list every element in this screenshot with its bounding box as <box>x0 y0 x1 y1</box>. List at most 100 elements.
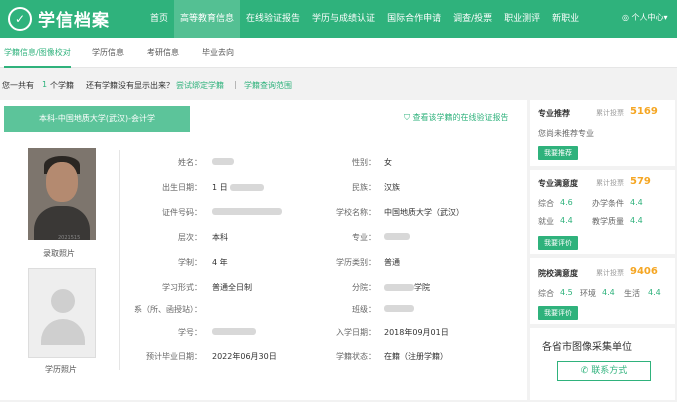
degree-photo-placeholder <box>28 268 96 358</box>
major-sat-value: 4.4 <box>630 216 643 225</box>
photo-face <box>46 162 78 202</box>
level-value: 本科 <box>212 233 228 242</box>
dept-label: 系（所、函授站）： <box>134 305 202 314</box>
major-rate-button[interactable]: 我要评价 <box>538 236 578 250</box>
nav-new-career[interactable]: 新职业 <box>546 0 585 38</box>
user-center-label: 个人中心 <box>631 13 664 22</box>
redacted-birth <box>229 184 264 191</box>
school-value: 中国地质大学（武汉） <box>384 208 464 217</box>
school-sat-label: 综合 <box>538 289 554 298</box>
grad-label: 预计毕业日期： <box>146 352 202 361</box>
school-sat-value: 4.4 <box>648 288 661 297</box>
student-no-value <box>212 327 256 336</box>
nav-online-report[interactable]: 在线验证报告 <box>240 0 306 38</box>
ethnicity-value: 汉族 <box>384 183 400 192</box>
photo-number: 2021515 <box>58 235 81 241</box>
form-value: 普通全日制 <box>212 283 252 292</box>
school-satisfaction-card: 院校满意度 累计投票 9406 综合 4.5 环境 4.4 生活 4.4 我要评… <box>530 258 675 324</box>
view-report-link[interactable]: ⛉ 查看该学籍的在线验证报告 <box>404 112 509 123</box>
status-count: 1 <box>42 80 48 89</box>
name-value <box>212 157 234 166</box>
level-label: 层次： <box>178 233 202 242</box>
tab-graduate-destination[interactable]: 毕业去向 <box>202 38 234 68</box>
avatar-head-icon <box>51 289 75 313</box>
missing-question: 还有学籍没有显示出来？ <box>86 81 174 90</box>
school-sat-value: 4.4 <box>602 288 615 297</box>
major-sat-title: 专业满意度 <box>538 179 578 188</box>
view-report-label: 查看该学籍的在线验证报告 <box>412 113 509 122</box>
top-bar: ✓ 学信档案 首页 高等教育信息 在线验证报告 学历与成绩认证 国际合作申请 调… <box>0 0 677 38</box>
nav-career-test[interactable]: 职业测评 <box>498 0 546 38</box>
sub-nav: 学籍信息/图像校对 学历信息 考研信息 毕业去向 <box>0 38 677 68</box>
count-prefix: 您一共有 <box>2 81 34 90</box>
shield-icon: ⛉ <box>404 113 410 122</box>
major-sat-label: 办学条件 <box>592 199 624 208</box>
site-logo[interactable]: ✓ 学信档案 <box>8 6 110 31</box>
school-sat-value: 4.5 <box>560 288 573 297</box>
collection-title: 各省市图像采集单位 <box>542 342 632 353</box>
redacted-class <box>384 305 414 312</box>
branch-value: 学院 <box>384 282 430 293</box>
status-value: 在籍（注册学籍） <box>384 352 448 361</box>
major-sat-value: 4.6 <box>560 198 573 207</box>
major-sat-value: 4.4 <box>560 216 573 225</box>
redacted-id <box>212 208 282 215</box>
tab-student-status[interactable]: 学籍信息/图像校对 <box>4 38 71 68</box>
id-label: 证件号码： <box>162 208 202 217</box>
student-no-label: 学号： <box>178 328 202 337</box>
contact-button[interactable]: ✆ 联系方式 <box>557 361 651 381</box>
major-sat-label: 教学质量 <box>592 217 624 226</box>
school-sat-label: 环境 <box>580 289 596 298</box>
major-sat-value: 4.4 <box>630 198 643 207</box>
logo-icon: ✓ <box>8 6 32 31</box>
contact-label: 联系方式 <box>591 366 628 376</box>
enroll-value: 2018年09月01日 <box>384 328 449 337</box>
nav-higher-education[interactable]: 高等教育信息 <box>174 0 241 38</box>
birth-value: 1 日 <box>212 182 264 193</box>
admission-photo-caption: 录取照片 <box>43 249 75 258</box>
phone-icon: ✆ <box>580 366 589 376</box>
redacted-branch <box>384 284 414 291</box>
admission-photo <box>28 148 96 240</box>
major-value <box>384 232 410 241</box>
school-rate-button[interactable]: 我要评价 <box>538 306 578 320</box>
class-value <box>384 304 414 313</box>
nav-home[interactable]: 首页 <box>144 0 174 38</box>
id-value <box>212 207 282 216</box>
recommend-votes: 5169 <box>630 106 658 117</box>
divider <box>119 150 120 370</box>
count-suffix: 个学籍 <box>50 81 74 90</box>
chevron-down-icon: ▾ <box>663 13 668 22</box>
name-label: 姓名： <box>178 158 202 167</box>
nav-certification[interactable]: 学历与成绩认证 <box>306 0 381 38</box>
tab-degree-info[interactable]: 学历信息 <box>92 38 124 68</box>
school-tag[interactable]: 本科-中国地质大学(武汉)-会计学 <box>4 106 190 132</box>
logo-text: 学信档案 <box>38 11 110 31</box>
birth-text: 1 日 <box>212 183 228 192</box>
grad-value: 2022年06月30日 <box>212 352 277 361</box>
nav-survey[interactable]: 调查/投票 <box>447 0 498 38</box>
count-separator: | <box>234 80 237 89</box>
enroll-label: 入学日期： <box>336 328 376 337</box>
avatar-body-icon <box>41 319 85 345</box>
form-label: 学习形式： <box>162 283 202 292</box>
class-label: 班级： <box>352 305 376 314</box>
branch-text: 学院 <box>414 283 430 292</box>
nav-international[interactable]: 国际合作申请 <box>381 0 447 38</box>
school-sat-label: 生活 <box>624 289 640 298</box>
redacted-name <box>212 158 234 165</box>
branch-label: 分院： <box>352 283 376 292</box>
length-label: 学制： <box>178 258 202 267</box>
gender-label: 性别： <box>352 158 376 167</box>
user-center[interactable]: ◎ 个人中心▾ <box>622 12 668 23</box>
bind-status-link[interactable]: 尝试绑定学籍 <box>176 80 224 91</box>
query-range-link[interactable]: 学籍查询范围 <box>244 80 292 91</box>
ethnicity-label: 民族： <box>352 183 376 192</box>
recommend-button[interactable]: 我要推荐 <box>538 146 578 160</box>
tab-postgrad-info[interactable]: 考研信息 <box>147 38 179 68</box>
school-sat-title: 院校满意度 <box>538 269 578 278</box>
redacted-major <box>384 233 410 240</box>
major-sat-label: 就业 <box>538 217 554 226</box>
category-label: 学历类别： <box>336 258 376 267</box>
redacted-student-no <box>212 328 256 335</box>
